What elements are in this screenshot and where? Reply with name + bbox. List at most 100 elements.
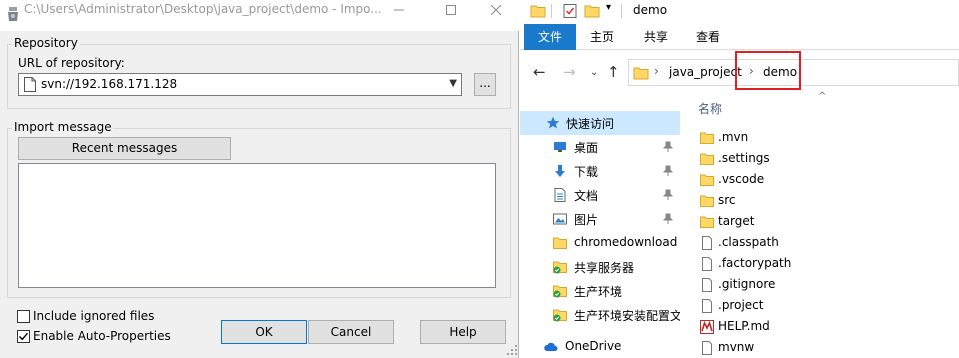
- ok-button[interactable]: OK: [221, 320, 307, 344]
- nav-item-label: 桌面: [574, 141, 599, 155]
- auto-properties-label: Enable Auto-Properties: [33, 329, 171, 343]
- file-icon: [702, 257, 712, 271]
- import-message-textarea[interactable]: [18, 163, 496, 288]
- cloud-icon: [544, 342, 558, 351]
- pin-icon[interactable]: [663, 213, 673, 225]
- breadcrumb-java-project[interactable]: java_project: [669, 65, 742, 79]
- file-icon: [702, 341, 712, 355]
- nav-item-label: chromedownload: [574, 235, 678, 249]
- navigation-pane: 快速访问 桌面 下载 文档 图片 chromedownload 共享服务器 生产…: [520, 95, 680, 358]
- pictures-icon: [553, 213, 567, 225]
- file-icon: [702, 236, 712, 250]
- auto-properties-checkbox[interactable]: [17, 329, 30, 343]
- nav-onedrive-label: OneDrive: [565, 339, 622, 353]
- dialog-title: C:\Users\Administrator\Desktop\java_proj…: [24, 2, 382, 16]
- nav-item-desktop[interactable]: 桌面: [520, 135, 680, 159]
- help-button[interactable]: Help: [420, 320, 506, 344]
- checkmark-icon: [19, 332, 29, 340]
- folder-icon: [700, 195, 714, 207]
- file-name: src: [718, 193, 736, 207]
- file-name: HELP.md: [718, 319, 770, 333]
- properties-icon[interactable]: [562, 3, 578, 19]
- new-folder-icon[interactable]: [584, 3, 600, 19]
- auto-properties-option[interactable]: Enable Auto-Properties: [17, 329, 171, 343]
- nav-item-production-env[interactable]: 生产环境: [520, 279, 680, 303]
- folder-icon: [530, 5, 546, 18]
- forward-arrow-icon[interactable]: →: [563, 63, 576, 81]
- nav-onedrive[interactable]: OneDrive: [520, 335, 680, 358]
- minimize-button[interactable]: [376, 0, 422, 20]
- recent-messages-button[interactable]: Recent messages: [18, 137, 231, 160]
- folder-icon: [700, 153, 714, 165]
- ribbon-tabs: 文件 主页 共享 查看: [520, 24, 959, 50]
- file-name: target: [718, 214, 755, 228]
- tab-view[interactable]: 查看: [690, 24, 726, 50]
- file-name: .vscode: [718, 172, 765, 186]
- import-dialog: C:\Users\Administrator\Desktop\java_proj…: [0, 0, 519, 358]
- nav-item-label: 生产环境安装配置文: [574, 309, 680, 323]
- include-ignored-checkbox[interactable]: [17, 309, 30, 323]
- up-arrow-icon[interactable]: ↑: [607, 63, 620, 81]
- column-header-name[interactable]: 名称: [698, 100, 722, 117]
- chevron-down-icon[interactable]: ▼: [449, 78, 457, 89]
- back-arrow-icon[interactable]: ←: [533, 63, 546, 81]
- file-name: .mvn: [718, 130, 749, 144]
- synced-folder-icon: [553, 309, 567, 322]
- pin-icon[interactable]: [663, 141, 673, 153]
- nav-item-production-setup[interactable]: 生产环境安装配置文: [520, 303, 680, 327]
- nav-item-label: 下载: [574, 165, 599, 179]
- desktop-icon: [554, 142, 566, 152]
- documents-icon: [554, 188, 566, 202]
- import-message-group-label: Import message: [12, 120, 114, 134]
- minimize-icon: [394, 9, 404, 11]
- breadcrumb-chevron-icon[interactable]: ›: [654, 64, 659, 78]
- annotation-highlight-box: [735, 51, 801, 90]
- nav-quick-access-label: 快速访问: [566, 117, 615, 131]
- synced-folder-icon: [553, 261, 567, 274]
- file-name: .gitignore: [718, 277, 776, 291]
- download-arrow-icon: [555, 165, 565, 177]
- sort-ascending-icon: ^: [818, 91, 827, 102]
- repository-url-combobox[interactable]: svn://192.168.171.128 ▼: [18, 73, 462, 96]
- browse-repository-button[interactable]: ...: [474, 73, 496, 96]
- pin-icon[interactable]: [663, 165, 673, 177]
- quick-access-toolbar: ▾ demo: [520, 0, 959, 24]
- close-button[interactable]: [473, 0, 519, 20]
- file-list-pane: ^ 名称 .mvn .settings .vscode src target .…: [680, 91, 959, 358]
- tortoise-app-icon: [8, 7, 18, 21]
- star-icon: [546, 116, 560, 129]
- include-ignored-option[interactable]: Include ignored files: [17, 309, 154, 323]
- nav-item-share-server[interactable]: 共享服务器: [520, 255, 680, 279]
- markdown-file-icon: [700, 320, 714, 334]
- file-icon: [702, 299, 712, 313]
- close-icon: [491, 5, 501, 15]
- nav-item-chromedownload[interactable]: chromedownload: [520, 231, 680, 255]
- tab-share[interactable]: 共享: [638, 24, 674, 50]
- folder-icon: [700, 174, 714, 186]
- folder-icon: [700, 216, 714, 228]
- url-label: URL of repository:: [18, 56, 125, 70]
- include-ignored-label: Include ignored files: [33, 309, 155, 323]
- nav-item-downloads[interactable]: 下载: [520, 159, 680, 183]
- dialog-titlebar[interactable]: C:\Users\Administrator\Desktop\java_proj…: [0, 0, 519, 31]
- maximize-button[interactable]: [428, 0, 474, 20]
- tab-home[interactable]: 主页: [584, 24, 620, 50]
- file-name: .factorypath: [718, 256, 792, 270]
- file-name: mvnw: [718, 340, 755, 354]
- pin-icon[interactable]: [663, 189, 673, 201]
- nav-item-label: 生产环境: [574, 285, 623, 299]
- customize-toolbar-icon[interactable]: ▾: [606, 2, 611, 13]
- resize-grip-icon[interactable]: [506, 344, 518, 356]
- nav-item-label: 文档: [574, 189, 599, 203]
- nav-item-pictures[interactable]: 图片: [520, 207, 680, 231]
- nav-quick-access[interactable]: 快速访问: [520, 111, 680, 135]
- nav-item-documents[interactable]: 文档: [520, 183, 680, 207]
- cancel-button[interactable]: Cancel: [308, 320, 394, 344]
- folder-icon: [633, 67, 649, 80]
- file-explorer-window: ▾ demo 文件 主页 共享 查看 ← → ⌄ ↑ › java_projec…: [520, 0, 959, 358]
- nav-item-label: 共享服务器: [574, 261, 635, 275]
- tab-file[interactable]: 文件: [524, 24, 576, 50]
- recent-locations-chevron-icon[interactable]: ⌄: [590, 67, 598, 78]
- maximize-icon: [446, 5, 456, 15]
- file-name: .settings: [718, 151, 770, 165]
